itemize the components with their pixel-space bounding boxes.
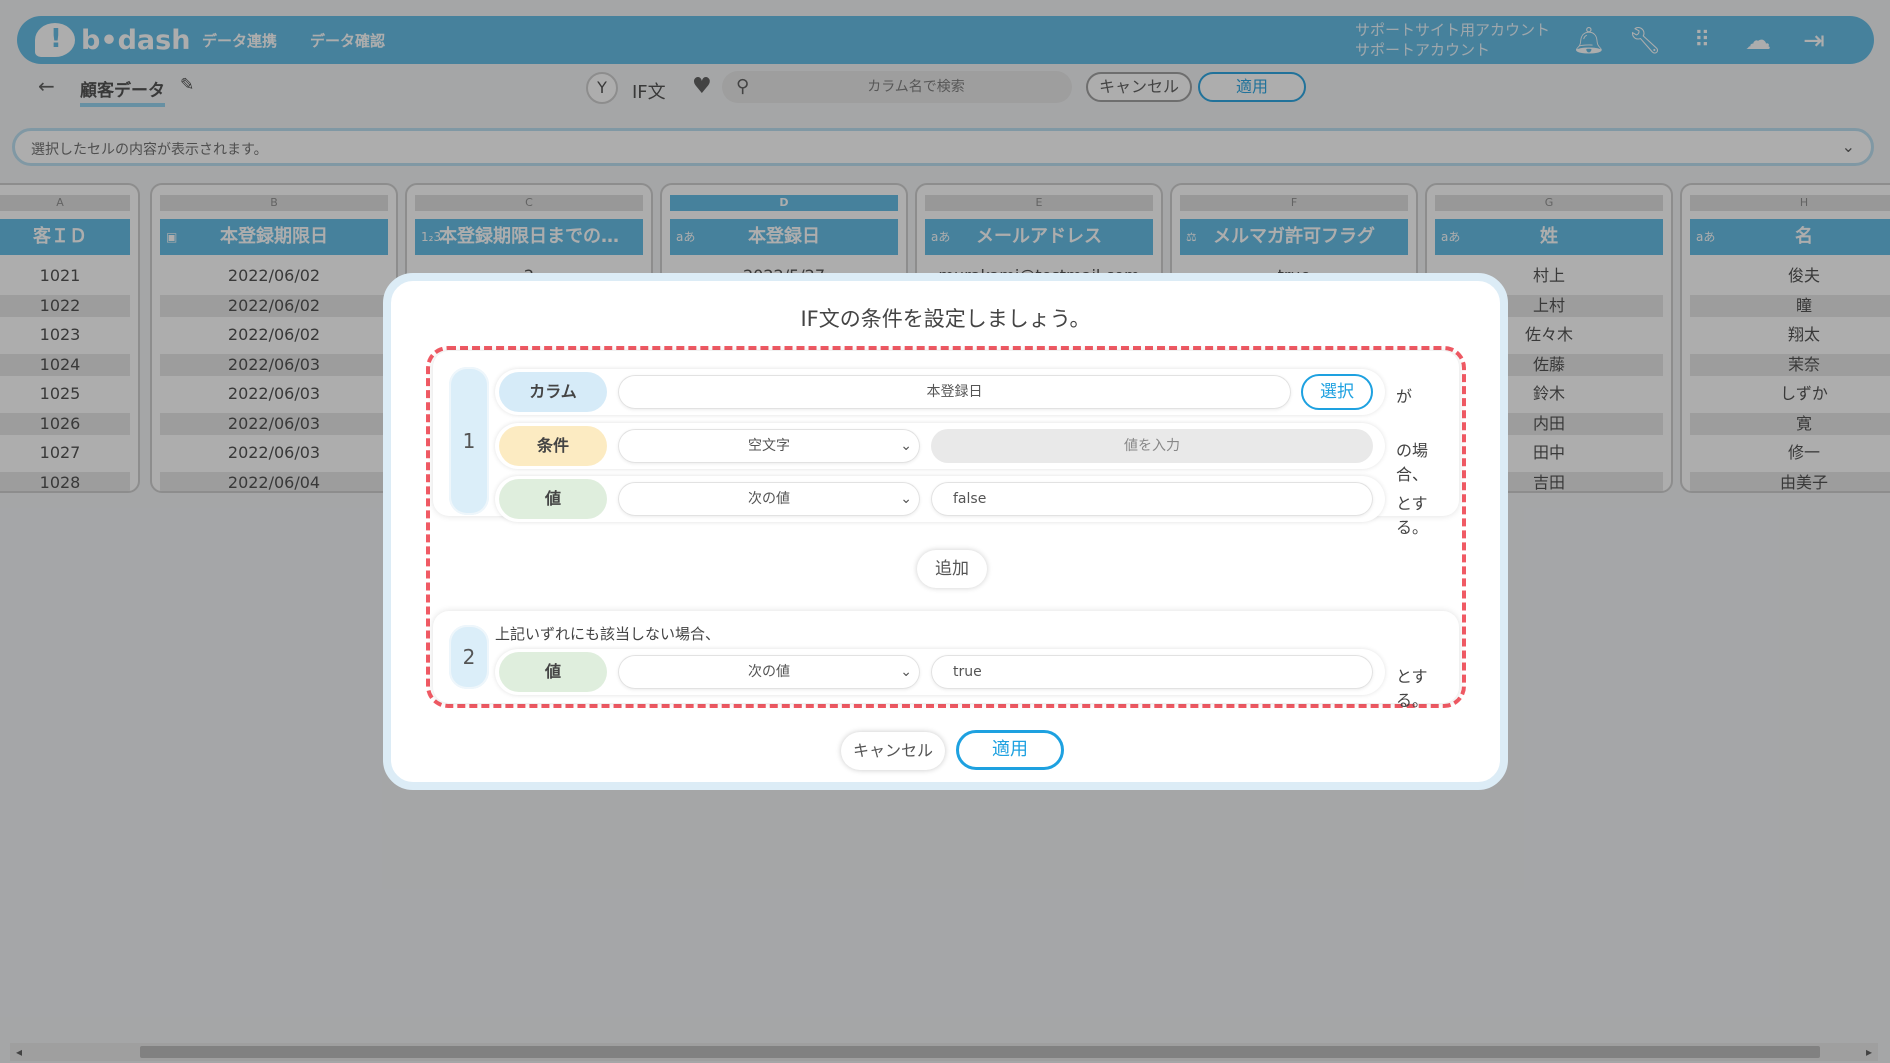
else-value-suffix: とする。 [1396,667,1429,710]
if-condition-dialog: IF文の条件を設定しましょう。 1 カラム 本登録日 選択 が 条件 空文字 ⌄… [383,273,1508,790]
add-condition-button[interactable]: 追加 [917,550,987,588]
dialog-apply-button[interactable]: 適用 [956,730,1064,770]
else-label: 上記いずれにも該当しない場合、 [495,625,721,643]
dialog-cancel-button[interactable]: キャンセル [841,732,945,770]
condition-select-value: 空文字 [748,438,790,454]
rule-card-1: 1 カラム 本登録日 選択 が 条件 空文字 ⌄ 値を入力 の場合、 値 次の値… [433,351,1459,537]
rule-card-2: 2 上記いずれにも該当しない場合、 値 次の値 ⌄ true とする。 [433,611,1459,710]
chevron-down-icon: ⌄ [900,438,912,454]
value-type-select[interactable]: 次の値 ⌄ [618,482,920,516]
else-value-row: 値 次の値 ⌄ true [495,649,1385,695]
column-value-field[interactable]: 本登録日 [618,375,1291,409]
else-value-type-select-value: 次の値 [748,664,790,680]
value-tag: 値 [499,479,607,519]
else-value-type-select[interactable]: 次の値 ⌄ [618,655,920,689]
value-type-select-value: 次の値 [748,491,790,507]
condition-tag: 条件 [499,426,607,466]
column-tag: カラム [499,372,607,412]
else-value-tag: 値 [499,652,607,692]
condition-select[interactable]: 空文字 ⌄ [618,429,920,463]
value-suffix: とする。 [1396,494,1429,537]
chevron-down-icon: ⌄ [900,664,912,680]
rule-number-1: 1 [449,367,489,515]
dialog-title: IF文の条件を設定しましょう。 [800,307,1091,331]
select-column-button[interactable]: 選択 [1301,374,1373,410]
rule-number-2: 2 [449,625,489,689]
value-row: 値 次の値 ⌄ false [495,476,1385,522]
value-input[interactable]: false [931,482,1373,516]
column-suffix: が [1396,387,1413,406]
column-row: カラム 本登録日 選択 [495,369,1385,415]
else-value-input[interactable]: true [931,655,1373,689]
chevron-down-icon: ⌄ [900,491,912,507]
condition-row: 条件 空文字 ⌄ 値を入力 [495,423,1385,469]
condition-value-input[interactable]: 値を入力 [931,429,1373,463]
condition-suffix: の場合、 [1396,441,1429,484]
